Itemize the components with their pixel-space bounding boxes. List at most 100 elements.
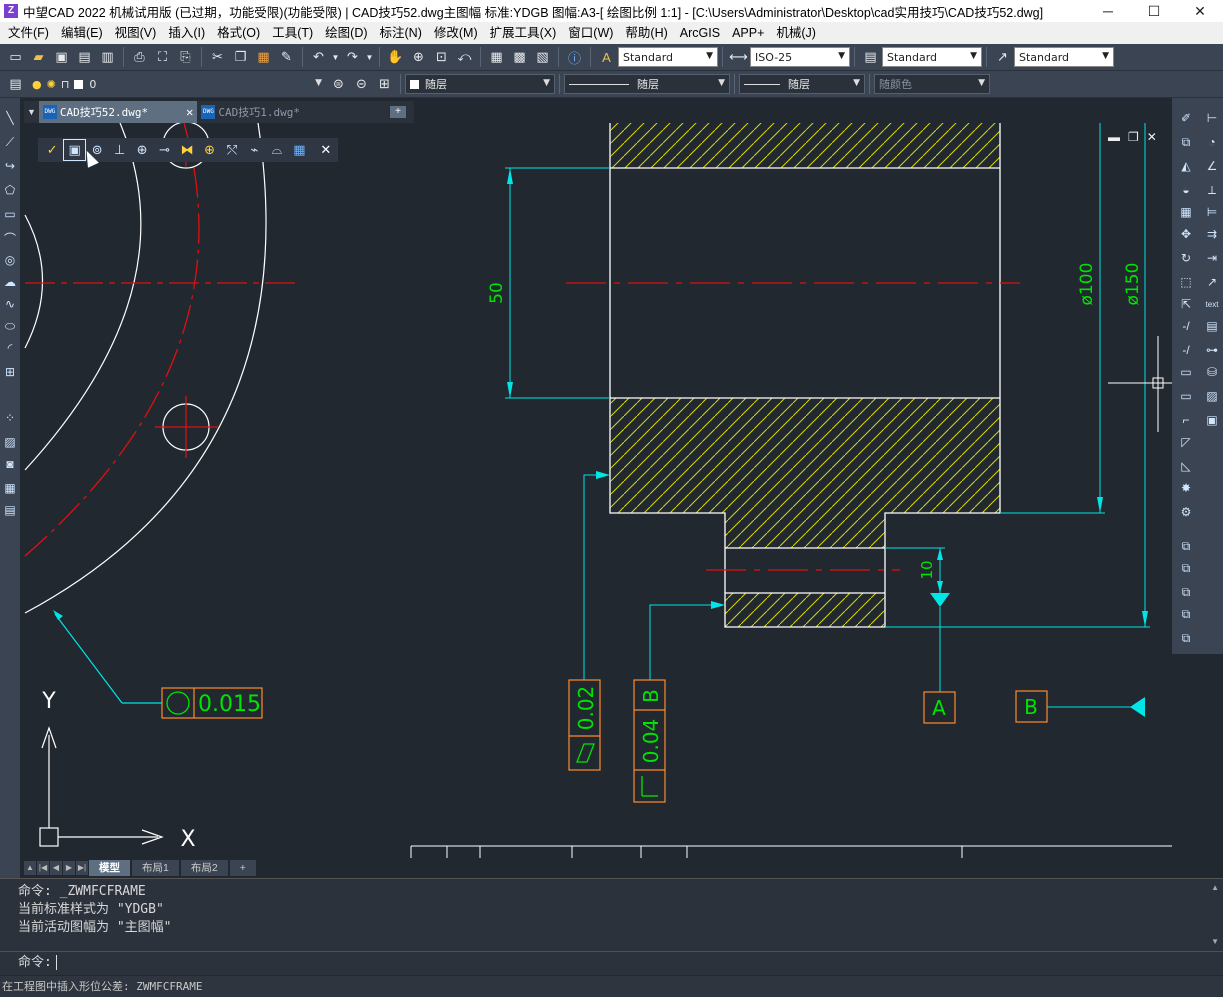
attribute-icon[interactable]: ▣ (1204, 412, 1220, 428)
dim-linear-icon[interactable]: ⊢ (1204, 110, 1220, 126)
offset-icon[interactable]: ◒ (1178, 182, 1194, 198)
last-tab-icon[interactable]: ▶| (76, 861, 88, 875)
join-icon[interactable]: ▭ (1178, 388, 1194, 404)
table-style-icon[interactable]: ▤ (861, 47, 881, 67)
first-tab-icon[interactable]: |◀ (37, 861, 49, 875)
lineweight-select[interactable]: 随层 ▼ (739, 74, 865, 94)
line-icon[interactable]: ╲ (2, 110, 18, 126)
save-icon[interactable]: ▣ (52, 47, 72, 67)
region-icon[interactable]: ◙ (2, 456, 18, 472)
construction-line-icon[interactable]: ⟋ (2, 134, 18, 150)
print-preview-icon[interactable]: ⛶ (153, 47, 173, 67)
draworder-above-icon[interactable]: ⧉ (1178, 584, 1194, 600)
feature-control-frame-icon[interactable]: ▣ (63, 139, 86, 161)
polyline-icon[interactable]: ↪ (2, 158, 18, 174)
tab-cad1[interactable]: DWG CAD技巧1.dwg* (197, 101, 304, 123)
open-folder-icon[interactable]: ▰ (29, 47, 49, 67)
menu-help[interactable]: 帮助(H) (619, 22, 673, 44)
edit-properties-icon[interactable]: ⚙ (1178, 504, 1194, 520)
zoom-window-icon[interactable]: ⊡ (432, 47, 452, 67)
help-icon[interactable]: ⓘ (565, 47, 585, 67)
break-line-icon[interactable]: ⌁ (244, 140, 264, 160)
zoom-realtime-icon[interactable]: ⊕ (409, 47, 429, 67)
point-icon[interactable]: ⁘ (2, 410, 18, 426)
menu-mechanical[interactable]: 机械(J) (770, 22, 822, 44)
arc-icon[interactable]: ⌒ (2, 230, 18, 246)
text-style-icon[interactable]: A (597, 47, 617, 67)
image-icon[interactable]: ▨ (1204, 388, 1220, 404)
rectangle-icon[interactable]: ▭ (2, 206, 18, 222)
database-icon[interactable]: ⛁ (1204, 364, 1220, 380)
ellipse-arc-icon[interactable]: ◜ (2, 340, 18, 356)
scale-icon[interactable]: ⬚ (1178, 274, 1194, 290)
redo-dropdown-icon[interactable]: ▼ (366, 47, 374, 67)
text-style-select[interactable]: Standard ▼ (618, 47, 718, 67)
table-icon[interactable]: ▦ (2, 480, 18, 496)
close-icon[interactable]: ✕ (186, 105, 193, 119)
zoom-previous-icon[interactable]: ⤺ (455, 47, 475, 67)
menu-arcgis[interactable]: ArcGIS (674, 22, 726, 44)
pan-icon[interactable]: ✋ (386, 47, 406, 67)
dim-style-select[interactable]: ISO-25 ▼ (750, 47, 850, 67)
text-icon[interactable]: text (1204, 296, 1220, 312)
layer-previous-icon[interactable]: ⊝ (352, 74, 372, 94)
make-current-layer-icon[interactable]: ⊜ (329, 74, 349, 94)
perpendicularity-tolerance[interactable]: B 0.04 (633, 601, 725, 803)
close-button[interactable]: ✕ (1177, 0, 1223, 22)
next-tab-icon[interactable]: ▶ (63, 861, 75, 875)
tool-palette-icon[interactable]: ▧ (533, 47, 553, 67)
datum-symbol-icon[interactable]: ⊥ (109, 140, 129, 160)
menu-dimension[interactable]: 标注(N) (374, 22, 428, 44)
toolbar-close-icon[interactable]: ✕ (316, 140, 336, 160)
dim-continue-icon[interactable]: ⇉ (1204, 226, 1220, 242)
design-center-icon[interactable]: ▩ (510, 47, 530, 67)
dim-leader-icon[interactable]: ↗ (1204, 274, 1220, 290)
dim-quick-icon[interactable]: ⇥ (1204, 250, 1220, 266)
publish-icon[interactable]: ⎘ (176, 47, 196, 67)
circularity-tolerance[interactable]: 0.015 (53, 610, 263, 719)
trim-icon[interactable]: -/ (1178, 318, 1194, 334)
break-icon[interactable]: ▭ (1178, 364, 1194, 380)
stretch-icon[interactable]: ⇱ (1178, 296, 1194, 312)
menu-window[interactable]: 窗口(W) (562, 22, 619, 44)
draworder-icon[interactable]: ⧉ (1178, 630, 1194, 646)
tab-layout1[interactable]: 布局1 (132, 860, 179, 876)
mirror-icon[interactable]: ◭ (1178, 158, 1194, 174)
menu-view[interactable]: 视图(V) (109, 22, 163, 44)
scroll-up-icon[interactable]: ▲ (24, 861, 36, 875)
polygon-icon[interactable]: ⬠ (2, 182, 18, 198)
insert-block-icon[interactable]: ⊞ (2, 364, 18, 380)
menu-file[interactable]: 文件(F) (2, 22, 55, 44)
draworder-under-icon[interactable]: ⧉ (1178, 606, 1194, 622)
redo-icon[interactable]: ↷ (343, 47, 363, 67)
spline-icon[interactable]: ∿ (2, 296, 18, 312)
color-select[interactable]: 随层 ▼ (405, 74, 555, 94)
mtext-icon[interactable]: ▤ (2, 502, 18, 518)
slope-symbol-icon[interactable]: ⌓ (267, 140, 287, 160)
mleader-style-icon[interactable]: ↗ (993, 47, 1013, 67)
dim-style-icon[interactable]: ⟷ (729, 47, 749, 67)
section-symbol-icon[interactable]: ⤲ (222, 140, 242, 160)
tab-model[interactable]: 模型 (89, 860, 130, 876)
menu-tools[interactable]: 工具(T) (266, 22, 319, 44)
revision-cloud-icon[interactable]: ☁ (2, 274, 18, 290)
draworder-back-icon[interactable]: ⧉ (1178, 560, 1194, 576)
extend-icon[interactable]: -/ (1178, 342, 1194, 358)
table-edit-icon[interactable]: ▤ (1204, 318, 1220, 334)
blend-icon[interactable]: ◺ (1178, 458, 1194, 474)
fillet-icon[interactable]: ◸ (1178, 434, 1194, 450)
print-icon[interactable]: ⎙ (130, 47, 150, 67)
add-layout-button[interactable]: + (229, 860, 256, 876)
block-edit-icon[interactable]: ⊶ (1204, 342, 1220, 358)
tab-cad52[interactable]: DWG CAD技巧52.dwg* ✕ (38, 101, 198, 123)
plotstyle-select[interactable]: 随颜色 ▼ (874, 74, 990, 94)
save-as-icon[interactable]: ▤ (75, 47, 95, 67)
new-tab-button[interactable]: + (390, 106, 406, 118)
new-file-icon[interactable]: ▭ (6, 47, 26, 67)
center-mark-icon[interactable]: ⊕ (199, 140, 219, 160)
explode-icon[interactable]: ✸ (1178, 480, 1194, 496)
hatch-icon[interactable]: ▨ (2, 434, 18, 450)
cut-icon[interactable]: ✂ (208, 47, 228, 67)
dim-angular-icon[interactable]: ∠ (1204, 158, 1220, 174)
leader-arrow-icon[interactable]: ⊸ (154, 140, 174, 160)
